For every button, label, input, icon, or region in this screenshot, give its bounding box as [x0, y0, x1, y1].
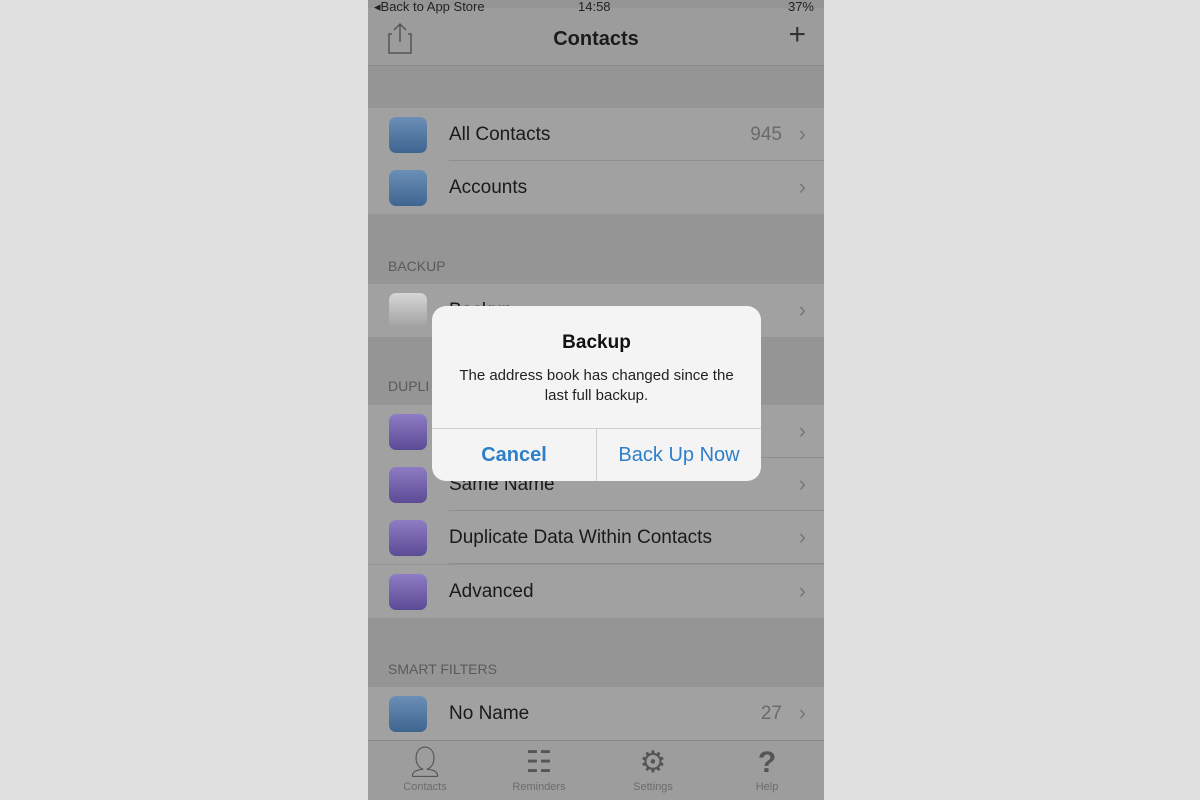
backup-alert: Backup The address book has changed sinc… [432, 306, 761, 481]
tab-label: Settings [633, 781, 673, 793]
chevron-right-icon: › [798, 471, 806, 496]
row-duplicate-data[interactable]: Duplicate Data Within Contacts › [368, 511, 824, 564]
contacts-icon [389, 117, 427, 153]
back-up-now-button[interactable]: Back Up Now [597, 429, 761, 481]
question-icon: ? [757, 746, 777, 779]
clock: 14:58 [578, 0, 611, 14]
row-count: 945 [750, 124, 782, 145]
section-header-duplicates: DUPLI [388, 378, 430, 394]
alert-title: Backup [562, 332, 631, 353]
alert-message: The address book has changed since the l… [459, 367, 734, 404]
tab-settings[interactable]: ⚙ Settings [596, 741, 710, 800]
section-header-backup: BACKUP [388, 258, 446, 274]
tab-bar: 👤︎ Contacts ☷ Reminders ⚙ Settings ? Help [368, 740, 824, 800]
chevron-right-icon: › [798, 700, 806, 725]
row-advanced[interactable]: Advanced › [368, 565, 824, 618]
row-label: No Name [449, 703, 530, 724]
tab-label: Help [755, 781, 779, 793]
gear-icon: ⚙ [639, 746, 667, 779]
tab-help[interactable]: ? Help [710, 741, 824, 800]
chevron-right-icon: › [798, 418, 806, 443]
back-to-app-store[interactable]: ◂Back to App Store [374, 0, 485, 14]
chevron-right-icon: › [798, 297, 806, 322]
search-icon [389, 574, 427, 610]
chevron-right-icon: › [798, 524, 806, 549]
cancel-button[interactable]: Cancel [432, 429, 597, 481]
row-label: Duplicate Data Within Contacts [449, 527, 712, 548]
row-no-name[interactable]: No Name 27 › [368, 687, 824, 740]
no-name-icon [389, 696, 427, 732]
person-icon: 👤︎ [405, 746, 445, 779]
row-label: Accounts [449, 177, 528, 198]
tab-contacts[interactable]: 👤︎ Contacts [368, 741, 482, 800]
row-count: 27 [760, 703, 782, 724]
section-header-smart-filters: SMART FILTERS [388, 661, 497, 677]
list-icon: ☷ [525, 746, 553, 779]
row-all-contacts[interactable]: All Contacts 945 › [368, 108, 824, 161]
chevron-right-icon: › [798, 174, 806, 199]
add-icon[interactable]: + [788, 18, 806, 52]
tab-label: Contacts [403, 781, 447, 793]
tab-label: Reminders [512, 781, 566, 793]
status-bar: ◂Back to App Store 14:58 37% [368, 0, 824, 14]
tab-reminders[interactable]: ☷ Reminders [482, 741, 596, 800]
chevron-right-icon: › [798, 578, 806, 603]
battery: 37% [787, 0, 814, 14]
duplicate-data-icon [389, 520, 427, 556]
row-label: All Contacts [449, 124, 551, 145]
accounts-icon [389, 170, 427, 206]
row-label: Advanced [449, 581, 534, 602]
backup-icon [389, 293, 427, 329]
row-accounts[interactable]: Accounts › [368, 161, 824, 214]
duplicate-contacts-icon [389, 414, 427, 450]
nav-bar: Contacts + [368, 8, 824, 66]
page-title: Contacts [553, 28, 639, 50]
chevron-right-icon: › [798, 121, 806, 146]
same-name-icon [389, 467, 427, 503]
